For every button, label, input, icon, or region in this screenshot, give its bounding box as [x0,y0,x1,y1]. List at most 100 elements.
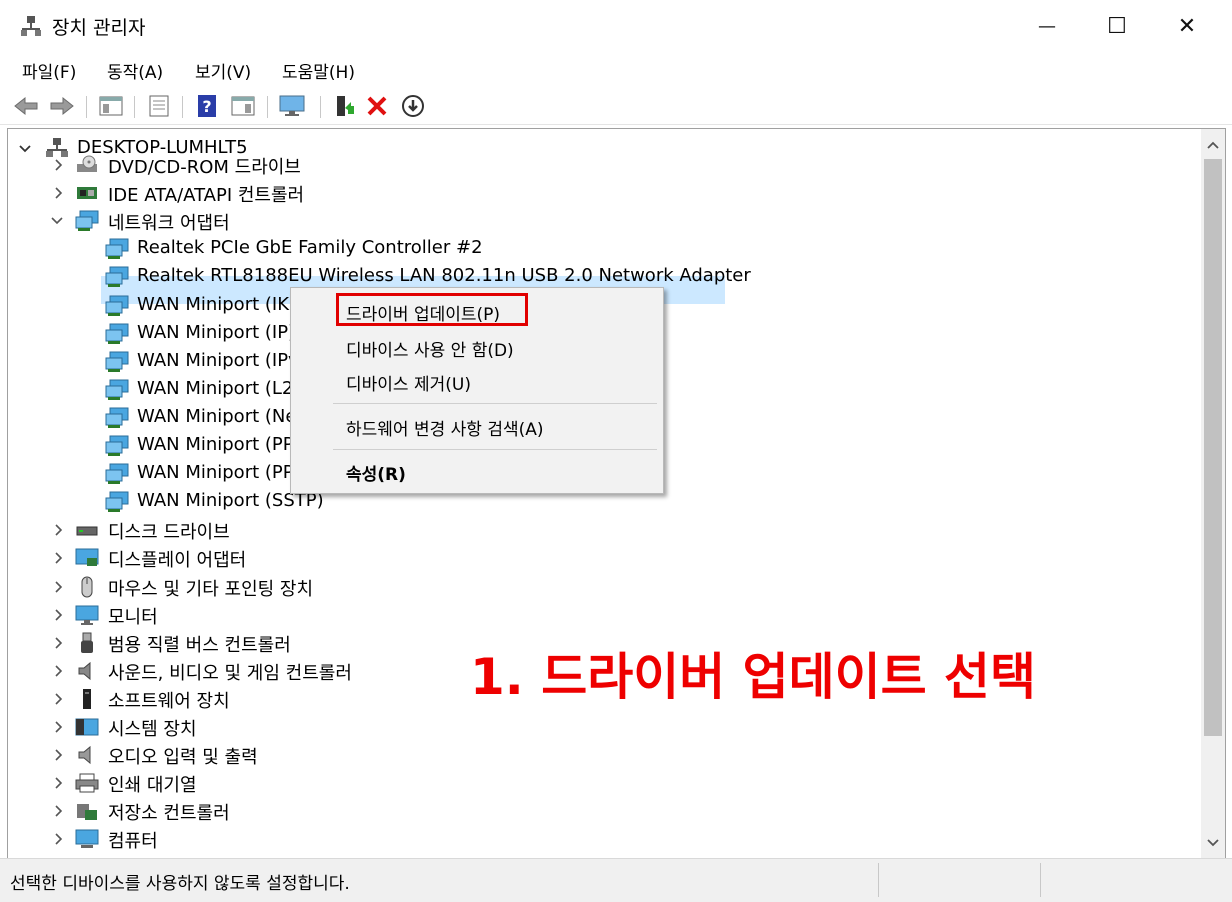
tree-category-label[interactable]: 시스템 장치 [108,715,197,741]
scroll-thumb[interactable] [1204,159,1222,736]
action-pane-button[interactable] [229,92,257,120]
tree-category-label[interactable]: 네트워크 어댑터 [108,209,230,235]
menu-disable-device[interactable]: 디바이스 사용 안 함(D) [346,336,514,361]
menu-scan-hardware[interactable]: 하드웨어 변경 사항 검색(A) [346,415,544,440]
tree-category-label[interactable]: 오디오 입력 및 출력 [108,743,258,769]
network-adapter-item[interactable]: WAN Miniport (Ne [137,406,296,427]
close-button[interactable]: ✕ [1152,0,1222,52]
chevron-right-icon[interactable] [52,580,66,594]
menu-properties[interactable]: 속성(R) [346,460,406,485]
network-adapter-icon [75,210,99,231]
menu-file[interactable]: 파일(F) [22,58,76,83]
menu-separator [333,449,657,450]
tree-category-label[interactable]: IDE ATA/ATAPI 컨트롤러 [108,181,304,207]
network-adapter-item[interactable]: WAN Miniport (PP [137,434,294,455]
chevron-right-icon[interactable] [52,692,66,706]
uninstall-button[interactable] [363,92,391,120]
chevron-right-icon[interactable] [52,832,66,846]
menu-help[interactable]: 도움말(H) [282,58,355,83]
title-bar: 장치 관리자 — ☐ ✕ [0,0,1232,52]
show-hide-tree-button[interactable] [97,92,125,120]
enable-device-button[interactable] [399,92,427,120]
window-title: 장치 관리자 [52,17,146,39]
status-bar: 선택한 디바이스를 사용하지 않도록 설정합니다. [0,858,1232,902]
computer-icon [75,829,99,848]
network-adapter-icon [105,295,129,316]
chevron-right-icon[interactable] [52,551,66,565]
storage-controller-icon [77,804,97,820]
update-driver-icon [337,96,354,116]
menu-action[interactable]: 동작(A) [107,58,163,83]
minimize-button[interactable]: — [1012,0,1082,52]
help-button[interactable]: ? [193,92,221,120]
tree-category-label[interactable]: 소프트웨어 장치 [108,687,230,713]
chevron-right-icon[interactable] [52,720,66,734]
network-adapter-icon [105,266,129,287]
tree-category-label[interactable]: 저장소 컨트롤러 [108,799,230,825]
chevron-right-icon[interactable] [52,158,66,172]
menu-separator [333,403,657,404]
printer-icon [75,773,99,793]
device-tree[interactable]: DESKTOP-LUMHLT5 DVD/CD-ROM 드라이브 IDE ATA/A… [7,128,1226,860]
chevron-right-icon[interactable] [52,636,66,650]
scroll-down-icon[interactable] [1201,831,1225,855]
menu-bar: 파일(F) 동작(A) 보기(V) 도움말(H) [0,52,1232,86]
network-adapter-icon [105,463,129,484]
context-menu: 드라이버 업데이트(P) 디바이스 사용 안 함(D) 디바이스 제거(U) 하… [290,287,664,494]
chevron-down-icon[interactable] [18,142,32,156]
network-adapter-item[interactable]: WAN Miniport (IP) [137,322,295,343]
chevron-right-icon[interactable] [52,804,66,818]
network-adapter-item[interactable]: WAN Miniport (IPv [137,350,299,371]
properties-icon [149,95,169,117]
tree-category-label[interactable]: 인쇄 대기열 [108,771,197,797]
maximize-button[interactable]: ☐ [1082,0,1152,52]
download-icon [402,95,424,117]
network-adapter-icon [105,238,129,259]
computer-root-icon [46,138,68,157]
properties-button[interactable] [145,92,173,120]
instruction-annotation: 1. 드라이버 업데이트 선택 [470,648,1037,706]
network-adapter-item[interactable]: WAN Miniport (IKI [137,294,294,315]
back-button[interactable] [12,92,40,120]
chevron-right-icon[interactable] [52,523,66,537]
audio-io-icon [78,745,91,765]
forward-button[interactable] [48,92,76,120]
software-device-icon [83,689,91,709]
network-adapter-icon [105,323,129,344]
monitor-icon [279,95,305,116]
show-hide-tree-icon [99,96,123,116]
dvd-drive-icon [77,155,97,172]
chevron-right-icon[interactable] [52,776,66,790]
chevron-right-icon[interactable] [52,186,66,200]
network-adapter-icon [105,435,129,456]
chevron-down-icon[interactable] [50,214,64,228]
tree-category-label[interactable]: 컴퓨터 [108,827,158,853]
vertical-scrollbar[interactable] [1201,129,1225,859]
mouse-icon [81,576,93,598]
monitor-device-icon [75,605,99,625]
tree-category-label[interactable]: 모니터 [108,603,158,629]
speaker-icon [78,661,91,681]
scroll-up-icon[interactable] [1201,133,1225,157]
menu-update-driver[interactable]: 드라이버 업데이트(P) [346,300,500,325]
menu-uninstall-device[interactable]: 디바이스 제거(U) [346,370,471,395]
tree-category-label[interactable]: 사운드, 비디오 및 게임 컨트롤러 [108,659,352,685]
menu-view[interactable]: 보기(V) [195,58,251,83]
chevron-right-icon[interactable] [52,664,66,678]
tree-category-label[interactable]: 마우스 및 기타 포인팅 장치 [108,575,313,601]
network-adapter-item[interactable]: WAN Miniport (PP [137,462,294,483]
network-adapter-icon [105,407,129,428]
chevron-right-icon[interactable] [52,608,66,622]
tree-category-label[interactable]: 디스플레이 어댑터 [108,546,246,572]
scan-hardware-button[interactable] [278,92,306,120]
network-adapter-item[interactable]: Realtek PCIe GbE Family Controller #2 [137,237,483,258]
tree-category-label[interactable]: DVD/CD-ROM 드라이브 [108,153,301,179]
tree-category-label[interactable]: 범용 직렬 버스 컨트롤러 [108,631,291,657]
tree-category-label[interactable]: 디스크 드라이브 [108,518,230,544]
minimize-icon: — [1038,15,1056,37]
chevron-right-icon[interactable] [52,748,66,762]
update-driver-button[interactable] [330,92,358,120]
network-adapter-item[interactable]: Realtek RTL8188EU Wireless LAN 802.11n U… [137,265,751,286]
network-adapter-item[interactable]: WAN Miniport (L2 [137,378,293,399]
action-pane-icon [231,96,255,116]
